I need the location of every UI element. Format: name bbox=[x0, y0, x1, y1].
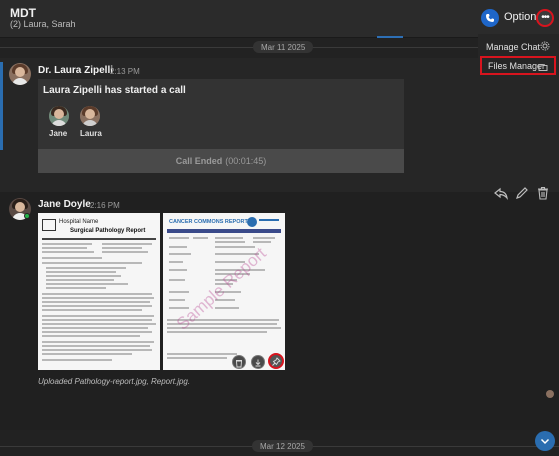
download-icon bbox=[255, 359, 261, 367]
image-attachment[interactable]: CANCER COMMONS REPORT Sample Report bbox=[163, 213, 285, 370]
call-ended-label: Call Ended bbox=[175, 156, 223, 166]
chat-title: MDT bbox=[10, 6, 36, 20]
trash-icon[interactable] bbox=[536, 186, 550, 200]
image-attachment[interactable]: Hospital Name Surgical Pathology Report bbox=[38, 213, 160, 370]
gear-icon bbox=[540, 41, 550, 51]
chat-header: MDT (2) Laura, Sarah Options ••• bbox=[0, 0, 559, 38]
doc-header: Hospital Name bbox=[59, 219, 99, 225]
scroll-indicator bbox=[377, 36, 403, 38]
date-chip: Mar 11 2025 bbox=[253, 41, 314, 53]
chevron-down-icon bbox=[540, 438, 550, 445]
participant-name: Laura bbox=[80, 129, 102, 138]
options-dropdown: Manage Chat Files Manager bbox=[478, 34, 559, 78]
chat-members[interactable]: (2) Laura, Sarah bbox=[10, 19, 76, 29]
message-actions bbox=[490, 184, 554, 202]
message-time: 2:16 PM bbox=[90, 201, 120, 210]
edit-icon[interactable] bbox=[515, 186, 529, 200]
call-card: Laura Zipelli has started a call Jane La… bbox=[38, 79, 404, 173]
message-time: 2:13 PM bbox=[110, 67, 140, 76]
download-image-button[interactable] bbox=[251, 355, 265, 369]
hospital-logo-icon bbox=[42, 219, 56, 231]
report-logo-icon bbox=[247, 217, 257, 227]
participant-avatar bbox=[80, 106, 100, 126]
doc-title: Surgical Pathology Report bbox=[70, 228, 146, 234]
menu-item-label: Files Manager bbox=[488, 60, 546, 71]
scroll-to-bottom-button[interactable] bbox=[535, 431, 555, 451]
trash-icon bbox=[236, 360, 242, 368]
folder-icon bbox=[538, 64, 548, 71]
call-ended-bar: Call Ended (00:01:45) bbox=[38, 149, 404, 173]
upload-caption: Uploaded Pathology-report.jpg, Report.jp… bbox=[38, 377, 191, 386]
unread-accent bbox=[0, 62, 3, 150]
participant-avatar bbox=[49, 106, 69, 126]
chat-window: MDT (2) Laura, Sarah Options ••• Mar 11 … bbox=[0, 0, 559, 456]
sender-name: Dr. Laura Zipelli bbox=[38, 65, 114, 76]
phone-icon bbox=[486, 14, 494, 22]
date-chip: Mar 12 2025 bbox=[252, 440, 313, 452]
call-started-text: Laura Zipelli has started a call bbox=[43, 85, 186, 96]
sender-name: Jane Doyle bbox=[38, 199, 91, 210]
doc-header: CANCER COMMONS REPORT bbox=[169, 219, 248, 225]
avatar bbox=[9, 63, 31, 85]
pin-image-button[interactable] bbox=[268, 353, 284, 369]
read-receipt-avatar bbox=[546, 390, 554, 398]
menu-item-manage-chat[interactable]: Manage Chat bbox=[480, 37, 556, 56]
menu-item-files-manager[interactable]: Files Manager bbox=[480, 56, 556, 75]
delete-image-button[interactable] bbox=[232, 355, 246, 369]
participant-name: Jane bbox=[49, 129, 68, 138]
watermark: Sample Report bbox=[172, 243, 270, 334]
online-status-dot bbox=[24, 213, 30, 219]
more-options-button[interactable]: ••• bbox=[536, 9, 554, 27]
call-duration: (00:01:45) bbox=[225, 156, 267, 166]
pin-icon bbox=[272, 357, 281, 366]
ellipsis-icon: ••• bbox=[541, 12, 549, 23]
menu-item-label: Manage Chat bbox=[486, 41, 541, 52]
reply-icon[interactable] bbox=[494, 186, 508, 200]
call-button[interactable] bbox=[481, 9, 499, 27]
